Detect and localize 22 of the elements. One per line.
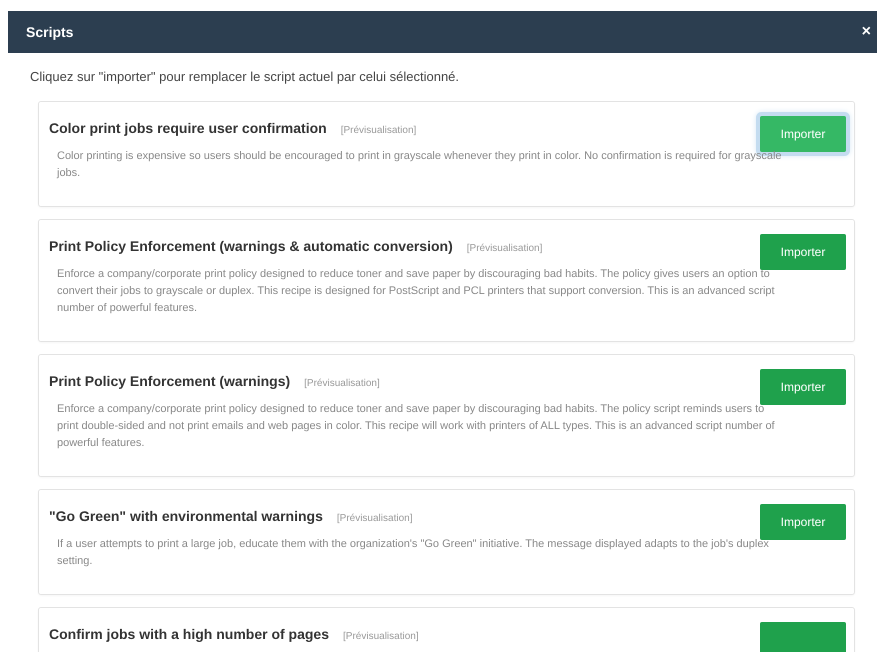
dialog-title: Scripts [26,24,74,40]
import-button[interactable]: Importer [760,504,846,540]
preview-link[interactable]: [Prévisualisation] [304,378,380,389]
script-title: Color print jobs require user confirmation [49,120,327,136]
intro-text: Cliquez sur "importer" pour remplacer le script actuel par celui sélectionné. [30,69,460,84]
script-description: If a user attempts to print a large job, educate them with the organization's "Go Green" initiative. The message displayed adapts to the job's duplex setting. [57,537,770,569]
script-title: Print Policy Enforcement (warnings) [49,373,290,389]
script-description: Enforce a company/corporate print policy designed to reduce toner and save paper by discouraging bad habits. The policy gives users an option to convert their jobs to grayscale or duplex. This recipe is designed for PostScript and PCL printers that support conversion. This is an advanced script number of powerful features. [57,267,776,316]
preview-link[interactable]: [Prévisualisation] [466,243,542,254]
preview-link[interactable]: [Prévisualisation] [336,513,412,524]
script-title: Confirm jobs with a high number of pages [49,626,330,642]
close-button[interactable]: × [860,23,873,41]
preview-link[interactable]: [Prévisualisation] [340,125,416,136]
script-description: Enforce a company/corporate print policy designed to reduce toner and save paper by discouraging bad habits. The policy script reminds users to print double-sided and not print emails and web pages in color. This recipe will work with printers of ALL types. This is an advanced script number of powerful features. [57,402,776,451]
import-button[interactable]: Importer [760,116,846,152]
script-title: "Go Green" with environmental warnings [49,508,323,524]
import-button[interactable]: Importer [760,234,846,270]
import-button[interactable] [760,622,846,652]
import-button[interactable]: Importer [760,369,846,405]
script-title: Print Policy Enforcement (warnings & automatic conversion) [49,238,453,254]
script-description: Color printing is expensive so users should be encouraged to print in grayscale whenever they print in color. No confirmation is required for grayscale jobs. [57,149,783,181]
preview-link[interactable]: [Prévisualisation] [343,631,419,642]
